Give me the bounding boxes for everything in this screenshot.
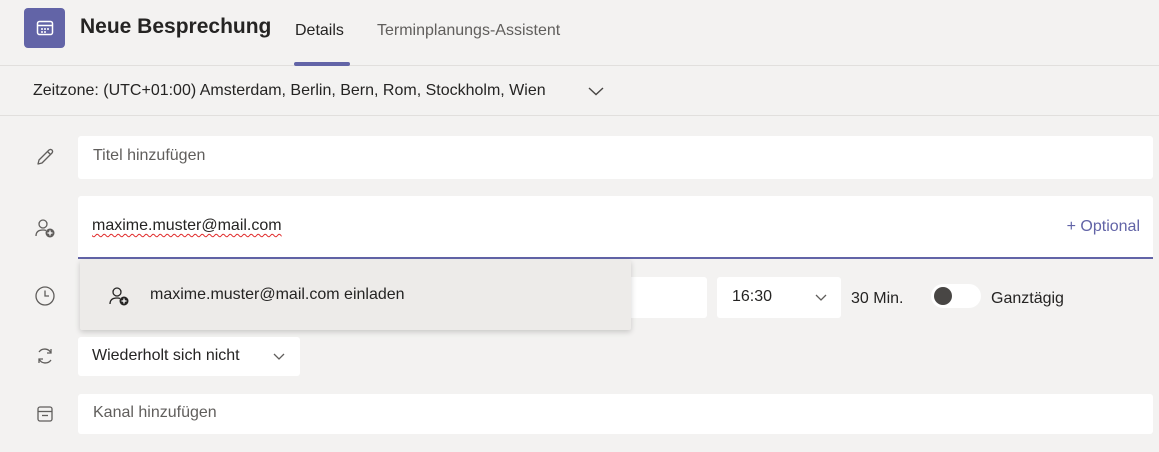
pencil-icon	[33, 145, 57, 169]
chevron-down-icon	[272, 349, 286, 368]
end-time-select[interactable]: 16:30	[717, 277, 841, 318]
timezone-selector[interactable]: Zeitzone: (UTC+01:00) Amsterdam, Berlin,…	[33, 82, 546, 100]
attendee-typed-value: maxime.muster@mail.com	[92, 217, 282, 234]
channel-placeholder: Kanal hinzufügen	[93, 404, 217, 421]
attendee-suggestion-dropdown: maxime.muster@mail.com einladen	[80, 260, 631, 330]
optional-attendees-link[interactable]: + Optional	[1067, 218, 1140, 236]
title-placeholder: Titel hinzufügen	[93, 147, 206, 164]
repeat-icon	[33, 344, 57, 368]
channel-icon	[33, 402, 57, 426]
title-field[interactable]: Titel hinzufügen	[78, 136, 1153, 179]
timezone-bar: Zeitzone: (UTC+01:00) Amsterdam, Berlin,…	[0, 66, 1159, 116]
tab-scheduling-assistant[interactable]: Terminplanungs-Assistent	[377, 22, 560, 40]
attendee-input[interactable]: maxime.muster@mail.com + Optional	[78, 196, 1153, 259]
recurrence-select[interactable]: Wiederholt sich nicht	[78, 337, 300, 376]
tab-details[interactable]: Details	[295, 22, 344, 40]
recurrence-value: Wiederholt sich nicht	[92, 347, 240, 364]
end-date-field[interactable]	[620, 277, 707, 318]
chevron-down-icon	[814, 290, 828, 309]
add-person-icon	[33, 216, 57, 240]
end-time-value: 16:30	[732, 288, 773, 305]
chevron-down-icon[interactable]	[587, 82, 605, 105]
header-bar: Neue Besprechung Details Terminplanungs-…	[0, 0, 1159, 66]
page-title: Neue Besprechung	[80, 15, 272, 38]
all-day-toggle[interactable]	[931, 284, 981, 308]
channel-field[interactable]: Kanal hinzufügen	[78, 394, 1153, 434]
all-day-label: Ganztägig	[991, 290, 1064, 307]
add-person-icon	[107, 284, 131, 313]
toggle-knob	[934, 287, 952, 305]
calendar-icon	[24, 8, 65, 48]
duration-label: 30 Min.	[851, 290, 904, 307]
invite-suggestion-item[interactable]: maxime.muster@mail.com einladen	[150, 286, 405, 304]
clock-icon	[33, 284, 57, 308]
